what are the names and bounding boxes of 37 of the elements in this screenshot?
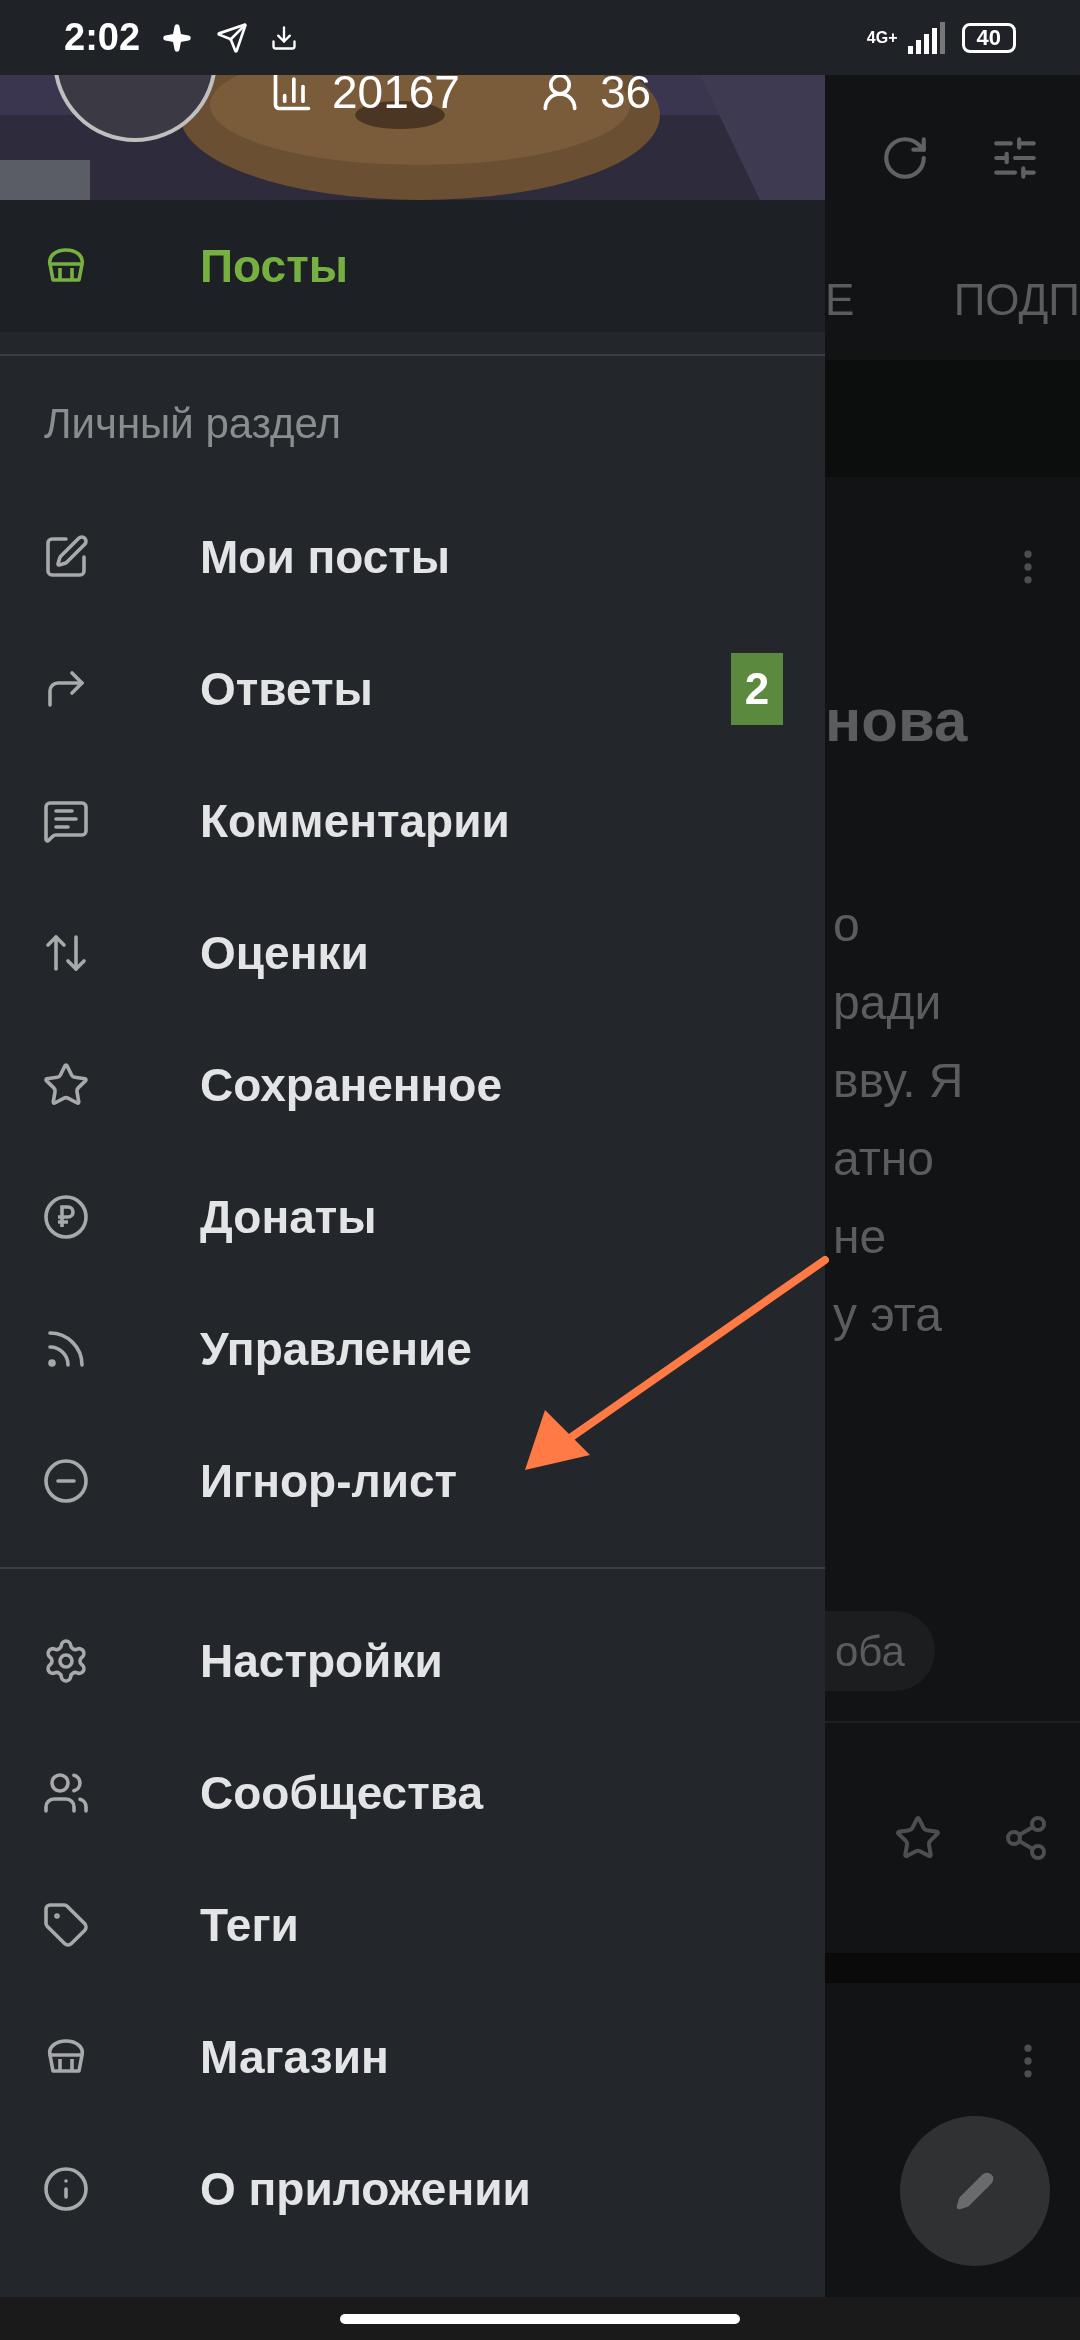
menu-item[interactable]: Оценки <box>0 887 825 1019</box>
menu-item[interactable]: Ответы 2 <box>0 623 825 755</box>
menu-item[interactable]: Настройки <box>0 1595 825 1727</box>
menu-item[interactable]: Магазин <box>0 1991 825 2123</box>
post-text-line: у эта <box>832 1287 943 1343</box>
menu-item[interactable]: Сохраненное <box>0 1019 825 1151</box>
menu-item[interactable]: Управление <box>0 1283 825 1415</box>
tag-icon <box>42 1901 90 1949</box>
post-title: нова <box>825 686 969 756</box>
menu-item[interactable]: Посты <box>0 200 825 332</box>
subscriber-count: 36 <box>599 75 652 115</box>
info-icon <box>42 2165 90 2213</box>
menu-item[interactable]: Донаты <box>0 1151 825 1283</box>
sparkle-icon <box>162 22 193 53</box>
clock: 2:02 <box>64 15 141 60</box>
battery-indicator: 40 <box>961 22 1016 53</box>
post-text-line: не <box>832 1209 888 1265</box>
menu-item[interactable]: Игнор-лист <box>0 1415 825 1547</box>
count-badge: 2 <box>731 653 783 725</box>
post-text-line: атно <box>832 1131 935 1187</box>
pencil-icon <box>955 2171 995 2211</box>
post-text-line: ради <box>832 975 943 1031</box>
post-text-line: вву. Я <box>832 1053 965 1109</box>
download-icon <box>270 23 299 52</box>
post-text-line: о <box>832 897 861 953</box>
menu-item[interactable]: Комментарии <box>0 755 825 887</box>
rating-count: 20167 <box>332 75 460 115</box>
minus-circle-icon <box>42 1457 90 1505</box>
network-label: 4G+ <box>866 27 898 48</box>
section-title: Личный раздел <box>43 399 342 449</box>
home-indicator[interactable] <box>340 2313 740 2324</box>
menu-item[interactable]: Сообщества <box>0 1727 825 1859</box>
menu-item[interactable]: О приложении <box>0 2123 825 2255</box>
menu-item[interactable]: Теги <box>0 1859 825 1991</box>
menu-item[interactable]: Мои посты <box>0 491 825 623</box>
paper-plane-icon <box>216 21 249 54</box>
ruble-icon <box>42 1193 90 1241</box>
